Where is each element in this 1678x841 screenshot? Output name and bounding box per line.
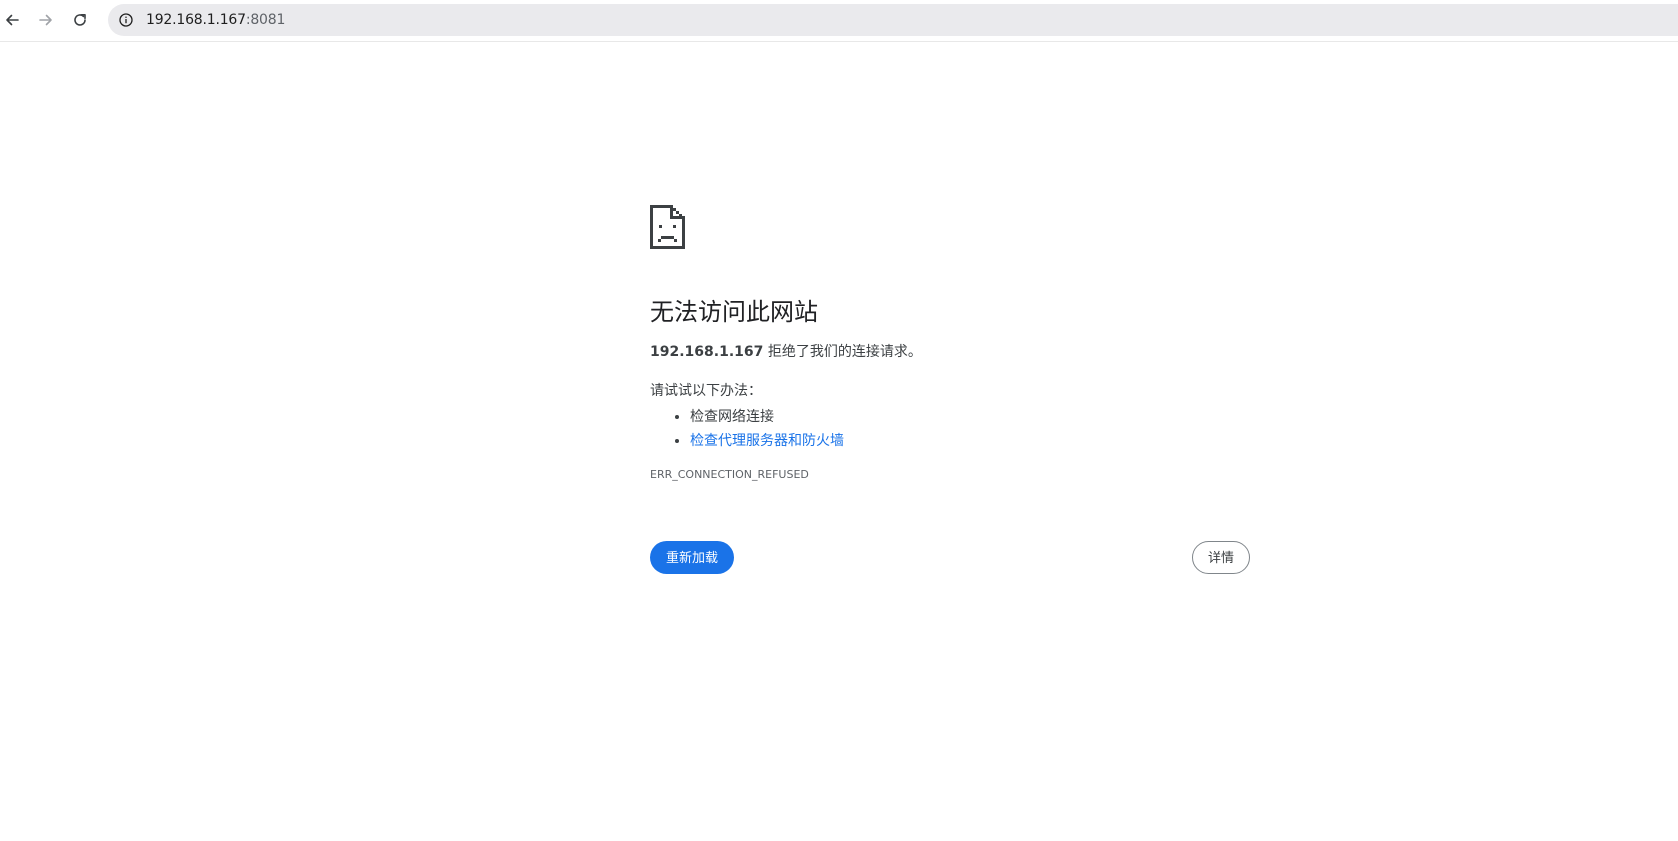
sad-page-icon bbox=[650, 205, 685, 249]
summary-text: 拒绝了我们的连接请求。 bbox=[763, 344, 922, 360]
reload-button[interactable] bbox=[65, 5, 95, 35]
suggestion-label: 检查网络连接 bbox=[690, 409, 774, 425]
reload-page-button[interactable]: 重新加载 bbox=[650, 541, 735, 574]
reload-icon bbox=[74, 14, 86, 26]
address-bar[interactable]: 192.168.1.167:8081 bbox=[108, 4, 1678, 36]
browser-toolbar: 192.168.1.167:8081 bbox=[0, 0, 1678, 42]
url-host: 192.168.1.167 bbox=[146, 12, 246, 28]
info-icon bbox=[119, 13, 133, 27]
site-info-button[interactable] bbox=[116, 10, 136, 30]
suggestion-item-check-proxy[interactable]: 检查代理服务器和防火墙 bbox=[690, 429, 844, 453]
suggestions-list: 检查网络连接 检查代理服务器和防火墙 bbox=[650, 405, 844, 453]
summary-host: 192.168.1.167 bbox=[650, 344, 764, 360]
error-code: ERR_CONNECTION_REFUSED bbox=[650, 468, 809, 481]
arrow-left-icon bbox=[6, 14, 19, 26]
back-button[interactable] bbox=[0, 5, 27, 35]
forward-button[interactable] bbox=[31, 5, 61, 35]
suggestions-label: 请试试以下办法： bbox=[650, 383, 762, 399]
arrow-right-icon bbox=[39, 14, 52, 26]
details-button[interactable]: 详情 bbox=[1191, 541, 1250, 574]
check-proxy-firewall-link[interactable]: 检查代理服务器和防火墙 bbox=[690, 433, 844, 449]
url-text[interactable]: 192.168.1.167:8081 bbox=[146, 11, 285, 29]
suggestion-item-check-network: 检查网络连接 bbox=[690, 405, 844, 429]
page-title: 无法访问此网站 bbox=[650, 298, 818, 326]
error-summary: 192.168.1.167 拒绝了我们的连接请求。 bbox=[650, 342, 922, 362]
url-port: :8081 bbox=[245, 12, 286, 28]
